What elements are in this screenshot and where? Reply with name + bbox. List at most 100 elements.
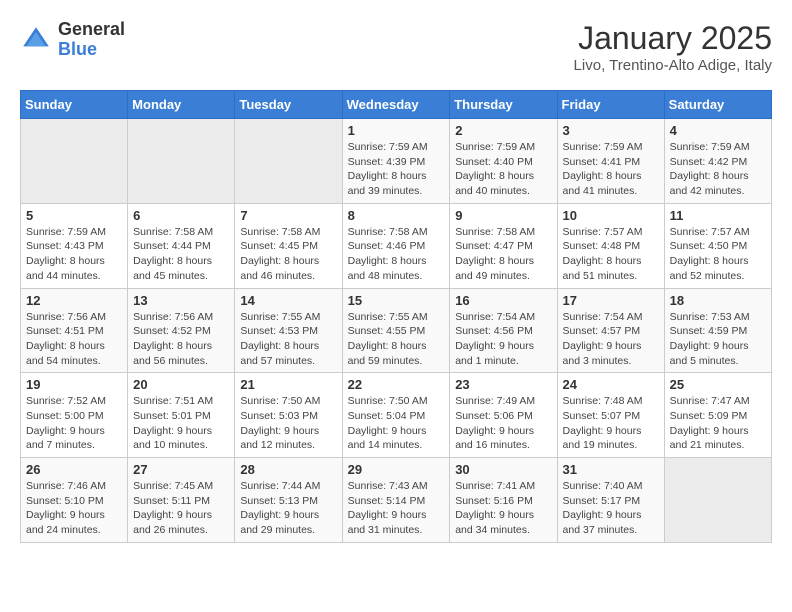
day-number: 4 — [670, 123, 766, 138]
day-info: Sunrise: 7:45 AM Sunset: 5:11 PM Dayligh… — [133, 479, 229, 538]
day-info: Sunrise: 7:58 AM Sunset: 4:45 PM Dayligh… — [240, 225, 336, 284]
day-info: Sunrise: 7:56 AM Sunset: 4:52 PM Dayligh… — [133, 310, 229, 369]
day-info: Sunrise: 7:56 AM Sunset: 4:51 PM Dayligh… — [26, 310, 122, 369]
calendar-cell: 21Sunrise: 7:50 AM Sunset: 5:03 PM Dayli… — [235, 373, 342, 458]
calendar-cell: 8 Sunrise: 7:58 AM Sunset: 4:46 PM Daylig… — [342, 203, 450, 288]
weekday-header-saturday: Saturday — [664, 91, 771, 119]
day-number: 11 — [670, 208, 766, 223]
day-number: 24 — [563, 377, 659, 392]
weekday-header-monday: Monday — [128, 91, 235, 119]
weekday-header-row: SundayMondayTuesdayWednesdayThursdayFrid… — [21, 91, 772, 119]
day-number: 9 — [455, 208, 551, 223]
day-info: Sunrise: 7:54 AM Sunset: 4:57 PM Dayligh… — [563, 310, 659, 369]
calendar-cell: 6 Sunrise: 7:58 AM Sunset: 4:44 PM Daylig… — [128, 203, 235, 288]
title-area: January 2025 Livo, Trentino-Alto Adige, … — [574, 20, 772, 74]
day-info: Sunrise: 7:59 AM Sunset: 4:43 PM Dayligh… — [26, 225, 122, 284]
day-number: 27 — [133, 462, 229, 477]
calendar-cell: 1 Sunrise: 7:59 AM Sunset: 4:39 PM Daylig… — [342, 119, 450, 204]
day-info: Sunrise: 7:55 AM Sunset: 4:55 PM Dayligh… — [348, 310, 445, 369]
calendar-cell: 29 Sunrise: 7:43 AM Sunset: 5:14 PM Dayli… — [342, 458, 450, 543]
day-info: Sunrise: 7:59 AM Sunset: 4:42 PM Dayligh… — [670, 140, 766, 199]
day-info: Sunrise: 7:46 AM Sunset: 5:10 PM Dayligh… — [26, 479, 122, 538]
calendar-cell — [21, 119, 128, 204]
day-info: Sunrise: 7:51 AM Sunset: 5:01 PM Dayligh… — [133, 394, 229, 453]
calendar-cell — [664, 458, 771, 543]
week-row-1: 1 Sunrise: 7:59 AM Sunset: 4:39 PM Daylig… — [21, 119, 772, 204]
day-info: Sunrise: 7:57 AM Sunset: 4:50 PM Dayligh… — [670, 225, 766, 284]
calendar-cell: 16 Sunrise: 7:54 AM Sunset: 4:56 PM Dayli… — [450, 288, 557, 373]
logo-blue-text: Blue — [58, 39, 97, 59]
logo-text: General Blue — [58, 20, 125, 60]
calendar-cell: 27 Sunrise: 7:45 AM Sunset: 5:11 PM Dayli… — [128, 458, 235, 543]
day-number: 5 — [26, 208, 122, 223]
day-number: 23 — [455, 377, 551, 392]
day-number: 19 — [26, 377, 122, 392]
day-number: 12 — [26, 293, 122, 308]
day-number: 3 — [563, 123, 659, 138]
weekday-header-friday: Friday — [557, 91, 664, 119]
day-info: Sunrise: 7:43 AM Sunset: 5:14 PM Dayligh… — [348, 479, 445, 538]
calendar-cell: 19 Sunrise: 7:52 AM Sunset: 5:00 PM Dayli… — [21, 373, 128, 458]
day-number: 2 — [455, 123, 551, 138]
day-number: 25 — [670, 377, 766, 392]
day-number: 28 — [240, 462, 336, 477]
day-info: Sunrise: 7:53 AM Sunset: 4:59 PM Dayligh… — [670, 310, 766, 369]
day-number: 31 — [563, 462, 659, 477]
logo-general-text: General — [58, 19, 125, 39]
day-info: Sunrise: 7:49 AM Sunset: 5:06 PM Dayligh… — [455, 394, 551, 453]
week-row-2: 5 Sunrise: 7:59 AM Sunset: 4:43 PM Daylig… — [21, 203, 772, 288]
day-number: 16 — [455, 293, 551, 308]
day-info: Sunrise: 7:59 AM Sunset: 4:39 PM Dayligh… — [348, 140, 445, 199]
day-number: 17 — [563, 293, 659, 308]
day-info: Sunrise: 7:55 AM Sunset: 4:53 PM Dayligh… — [240, 310, 336, 369]
day-info: Sunrise: 7:58 AM Sunset: 4:46 PM Dayligh… — [348, 225, 445, 284]
day-number: 7 — [240, 208, 336, 223]
day-info: Sunrise: 7:52 AM Sunset: 5:00 PM Dayligh… — [26, 394, 122, 453]
calendar-cell: 31 Sunrise: 7:40 AM Sunset: 5:17 PM Dayli… — [557, 458, 664, 543]
day-number: 22 — [348, 377, 445, 392]
day-info: Sunrise: 7:44 AM Sunset: 5:13 PM Dayligh… — [240, 479, 336, 538]
weekday-header-thursday: Thursday — [450, 91, 557, 119]
calendar-cell: 15Sunrise: 7:55 AM Sunset: 4:55 PM Dayli… — [342, 288, 450, 373]
day-info: Sunrise: 7:40 AM Sunset: 5:17 PM Dayligh… — [563, 479, 659, 538]
day-info: Sunrise: 7:58 AM Sunset: 4:47 PM Dayligh… — [455, 225, 551, 284]
logo: General Blue — [20, 20, 125, 60]
calendar-cell: 13Sunrise: 7:56 AM Sunset: 4:52 PM Dayli… — [128, 288, 235, 373]
day-info: Sunrise: 7:58 AM Sunset: 4:44 PM Dayligh… — [133, 225, 229, 284]
day-info: Sunrise: 7:50 AM Sunset: 5:03 PM Dayligh… — [240, 394, 336, 453]
week-row-3: 12 Sunrise: 7:56 AM Sunset: 4:51 PM Dayli… — [21, 288, 772, 373]
calendar-cell: 20Sunrise: 7:51 AM Sunset: 5:01 PM Dayli… — [128, 373, 235, 458]
calendar-cell: 26 Sunrise: 7:46 AM Sunset: 5:10 PM Dayli… — [21, 458, 128, 543]
calendar-cell: 24 Sunrise: 7:48 AM Sunset: 5:07 PM Dayli… — [557, 373, 664, 458]
location-title: Livo, Trentino-Alto Adige, Italy — [574, 57, 772, 74]
calendar-cell: 5 Sunrise: 7:59 AM Sunset: 4:43 PM Daylig… — [21, 203, 128, 288]
day-info: Sunrise: 7:41 AM Sunset: 5:16 PM Dayligh… — [455, 479, 551, 538]
weekday-header-sunday: Sunday — [21, 91, 128, 119]
calendar-cell: 17 Sunrise: 7:54 AM Sunset: 4:57 PM Dayli… — [557, 288, 664, 373]
week-row-4: 19 Sunrise: 7:52 AM Sunset: 5:00 PM Dayli… — [21, 373, 772, 458]
logo-icon — [20, 24, 52, 56]
day-number: 29 — [348, 462, 445, 477]
calendar-cell: 12 Sunrise: 7:56 AM Sunset: 4:51 PM Dayli… — [21, 288, 128, 373]
day-number: 14 — [240, 293, 336, 308]
calendar-cell: 14 Sunrise: 7:55 AM Sunset: 4:53 PM Dayli… — [235, 288, 342, 373]
weekday-header-tuesday: Tuesday — [235, 91, 342, 119]
calendar-cell: 28 Sunrise: 7:44 AM Sunset: 5:13 PM Dayli… — [235, 458, 342, 543]
week-row-5: 26 Sunrise: 7:46 AM Sunset: 5:10 PM Dayli… — [21, 458, 772, 543]
day-number: 26 — [26, 462, 122, 477]
calendar-cell: 10Sunrise: 7:57 AM Sunset: 4:48 PM Dayli… — [557, 203, 664, 288]
day-info: Sunrise: 7:48 AM Sunset: 5:07 PM Dayligh… — [563, 394, 659, 453]
calendar-cell: 7 Sunrise: 7:58 AM Sunset: 4:45 PM Daylig… — [235, 203, 342, 288]
calendar-cell: 4 Sunrise: 7:59 AM Sunset: 4:42 PM Daylig… — [664, 119, 771, 204]
calendar-cell: 11 Sunrise: 7:57 AM Sunset: 4:50 PM Dayli… — [664, 203, 771, 288]
day-info: Sunrise: 7:54 AM Sunset: 4:56 PM Dayligh… — [455, 310, 551, 369]
day-number: 6 — [133, 208, 229, 223]
day-info: Sunrise: 7:57 AM Sunset: 4:48 PM Dayligh… — [563, 225, 659, 284]
header: General Blue January 2025 Livo, Trentino… — [20, 20, 772, 74]
calendar: SundayMondayTuesdayWednesdayThursdayFrid… — [20, 90, 772, 543]
day-number: 1 — [348, 123, 445, 138]
day-info: Sunrise: 7:59 AM Sunset: 4:40 PM Dayligh… — [455, 140, 551, 199]
day-number: 8 — [348, 208, 445, 223]
calendar-cell: 9 Sunrise: 7:58 AM Sunset: 4:47 PM Daylig… — [450, 203, 557, 288]
day-info: Sunrise: 7:50 AM Sunset: 5:04 PM Dayligh… — [348, 394, 445, 453]
